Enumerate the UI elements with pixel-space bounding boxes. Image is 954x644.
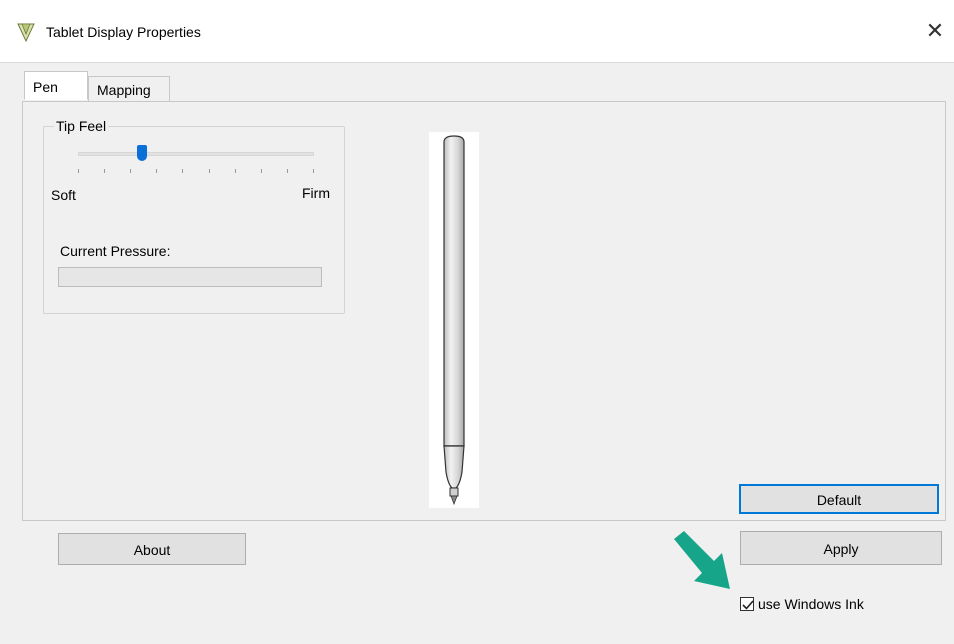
- dialog-body: Pen Mapping Tip Feel Soft Firm Current P…: [0, 62, 954, 644]
- about-button[interactable]: About: [58, 533, 246, 565]
- firm-label: Firm: [302, 185, 330, 201]
- slider-ticks: [78, 169, 314, 175]
- window-title: Tablet Display Properties: [46, 24, 201, 40]
- slider-tick: [78, 169, 79, 173]
- default-button[interactable]: Default: [739, 484, 939, 514]
- slider-tick: [261, 169, 262, 173]
- checkbox-checked-icon[interactable]: [740, 597, 754, 611]
- slider-tick: [209, 169, 210, 173]
- tablet-pen-icon: [16, 22, 36, 43]
- close-icon: ✕: [925, 18, 945, 43]
- tip-feel-label: Tip Feel: [54, 118, 109, 134]
- pen-tab-panel: Tip Feel Soft Firm Current Pressure: Def…: [22, 101, 946, 521]
- slider-tick: [104, 169, 105, 173]
- apply-button[interactable]: Apply: [740, 531, 942, 565]
- slider-tick: [130, 169, 131, 173]
- slider-thumb[interactable]: [137, 145, 147, 161]
- slider-track: [78, 152, 314, 156]
- slider-tick: [287, 169, 288, 173]
- pen-illustration: [429, 132, 479, 508]
- close-button[interactable]: ✕: [920, 16, 950, 46]
- slider-tick: [182, 169, 183, 173]
- tab-mapping[interactable]: Mapping: [88, 76, 170, 102]
- slider-tick: [313, 169, 314, 173]
- annotation-arrow-icon: [668, 527, 740, 599]
- tab-pen[interactable]: Pen: [24, 71, 88, 100]
- pressure-progress-bar: [58, 267, 322, 287]
- title-bar: Tablet Display Properties ✕: [0, 0, 954, 62]
- tip-feel-slider[interactable]: [78, 143, 314, 165]
- pen-icon: [443, 135, 465, 506]
- tip-feel-group: Tip Feel Soft Firm Current Pressure:: [43, 118, 345, 314]
- slider-tick: [156, 169, 157, 173]
- slider-tick: [235, 169, 236, 173]
- current-pressure-label: Current Pressure:: [60, 243, 171, 259]
- soft-label: Soft: [51, 187, 76, 203]
- use-windows-ink-label: use Windows Ink: [758, 596, 864, 612]
